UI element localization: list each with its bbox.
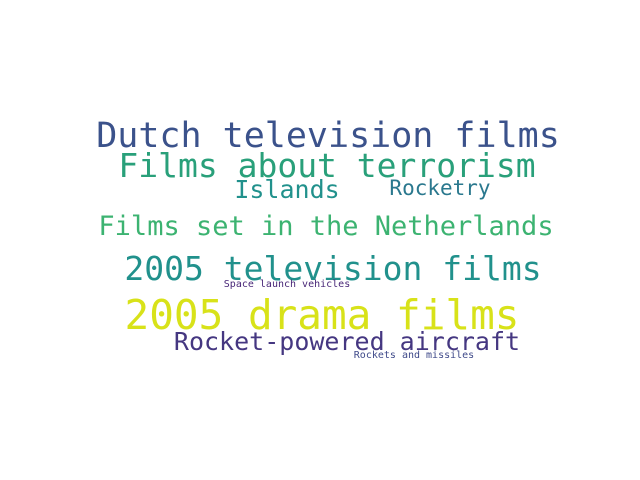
- word-cloud: Dutch television films Films about terro…: [0, 0, 640, 480]
- word-films-set-in-the-netherlands: Films set in the Netherlands: [98, 211, 554, 242]
- word-rockets-and-missiles: Rockets and missiles: [353, 350, 475, 361]
- word-rocketry: Rocketry: [389, 176, 491, 200]
- word-islands: Islands: [234, 175, 340, 204]
- word-space-launch-vehicles: Space launch vehicles: [223, 279, 351, 290]
